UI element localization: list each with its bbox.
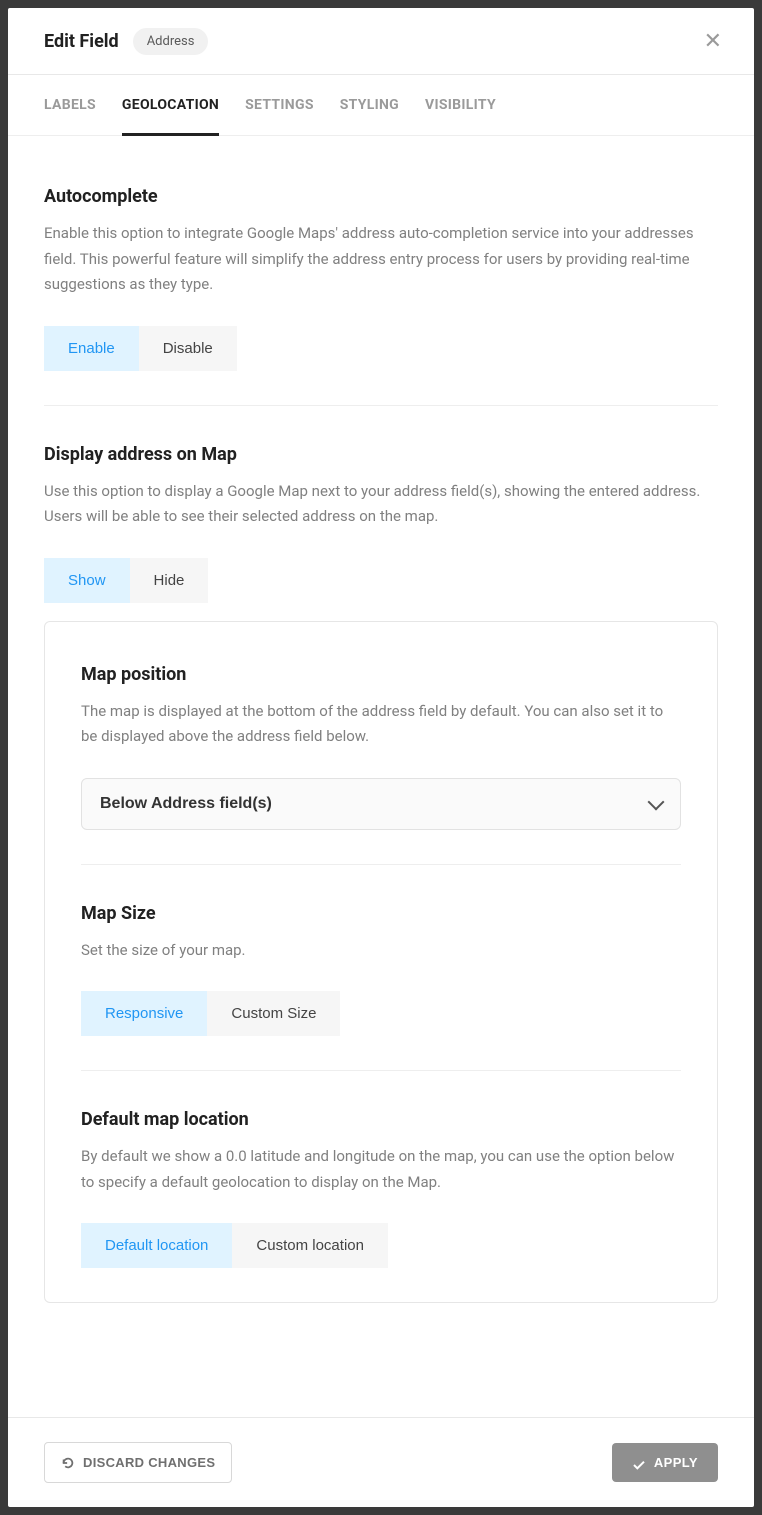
hide-button[interactable]: Hide bbox=[130, 558, 209, 603]
close-button[interactable]: ✕ bbox=[700, 26, 726, 56]
map-size-toggle: Responsive Custom Size bbox=[81, 991, 681, 1036]
check-icon bbox=[632, 1458, 646, 1468]
edit-field-modal: Edit Field Address ✕ LABELS GEOLOCATION … bbox=[8, 8, 754, 1507]
custom-location-button[interactable]: Custom location bbox=[232, 1223, 388, 1268]
default-location-section: Default map location By default we show … bbox=[81, 1070, 681, 1302]
apply-label: APPLY bbox=[654, 1455, 698, 1470]
map-position-select[interactable]: Below Address field(s) bbox=[81, 778, 681, 830]
display-map-section: Display address on Map Use this option t… bbox=[44, 405, 718, 1304]
tab-visibility[interactable]: VISIBILITY bbox=[425, 75, 496, 135]
header-left: Edit Field Address bbox=[44, 28, 208, 55]
modal-title: Edit Field bbox=[44, 31, 119, 52]
map-position-section: Map position The map is displayed at the… bbox=[81, 622, 681, 864]
section-description: The map is displayed at the bottom of th… bbox=[81, 699, 681, 750]
modal-content: Autocomplete Enable this option to integ… bbox=[8, 136, 754, 1417]
tab-bar: LABELS GEOLOCATION SETTINGS STYLING VISI… bbox=[8, 75, 754, 136]
tab-labels[interactable]: LABELS bbox=[44, 75, 96, 135]
section-title: Display address on Map bbox=[44, 444, 718, 465]
section-description: By default we show a 0.0 latitude and lo… bbox=[81, 1144, 681, 1195]
default-location-button[interactable]: Default location bbox=[81, 1223, 232, 1268]
select-value: Below Address field(s) bbox=[100, 795, 272, 813]
section-description: Set the size of your map. bbox=[81, 938, 681, 964]
close-icon: ✕ bbox=[704, 28, 722, 53]
custom-size-button[interactable]: Custom Size bbox=[207, 991, 340, 1036]
modal-header: Edit Field Address ✕ bbox=[8, 8, 754, 75]
discard-changes-button[interactable]: DISCARD CHANGES bbox=[44, 1442, 232, 1483]
chevron-down-icon bbox=[648, 793, 665, 810]
section-title: Map Size bbox=[81, 903, 681, 924]
map-size-section: Map Size Set the size of your map. Respo… bbox=[81, 864, 681, 1071]
modal-footer: DISCARD CHANGES APPLY bbox=[8, 1417, 754, 1507]
section-description: Enable this option to integrate Google M… bbox=[44, 221, 718, 298]
tab-settings[interactable]: SETTINGS bbox=[245, 75, 314, 135]
section-description: Use this option to display a Google Map … bbox=[44, 479, 718, 530]
field-type-badge: Address bbox=[133, 28, 209, 55]
autocomplete-section: Autocomplete Enable this option to integ… bbox=[44, 148, 718, 405]
display-map-toggle: Show Hide bbox=[44, 558, 718, 603]
autocomplete-toggle: Enable Disable bbox=[44, 326, 718, 371]
apply-button[interactable]: APPLY bbox=[612, 1443, 718, 1482]
undo-icon bbox=[61, 1456, 75, 1470]
tab-styling[interactable]: STYLING bbox=[340, 75, 399, 135]
section-title: Default map location bbox=[81, 1109, 681, 1130]
tab-geolocation[interactable]: GEOLOCATION bbox=[122, 75, 219, 136]
disable-button[interactable]: Disable bbox=[139, 326, 237, 371]
enable-button[interactable]: Enable bbox=[44, 326, 139, 371]
discard-label: DISCARD CHANGES bbox=[83, 1455, 215, 1470]
map-settings-card: Map position The map is displayed at the… bbox=[44, 621, 718, 1304]
responsive-button[interactable]: Responsive bbox=[81, 991, 207, 1036]
section-title: Map position bbox=[81, 664, 681, 685]
show-button[interactable]: Show bbox=[44, 558, 130, 603]
map-position-select-wrap: Below Address field(s) bbox=[81, 778, 681, 830]
section-title: Autocomplete bbox=[44, 186, 718, 207]
default-location-toggle: Default location Custom location bbox=[81, 1223, 681, 1268]
